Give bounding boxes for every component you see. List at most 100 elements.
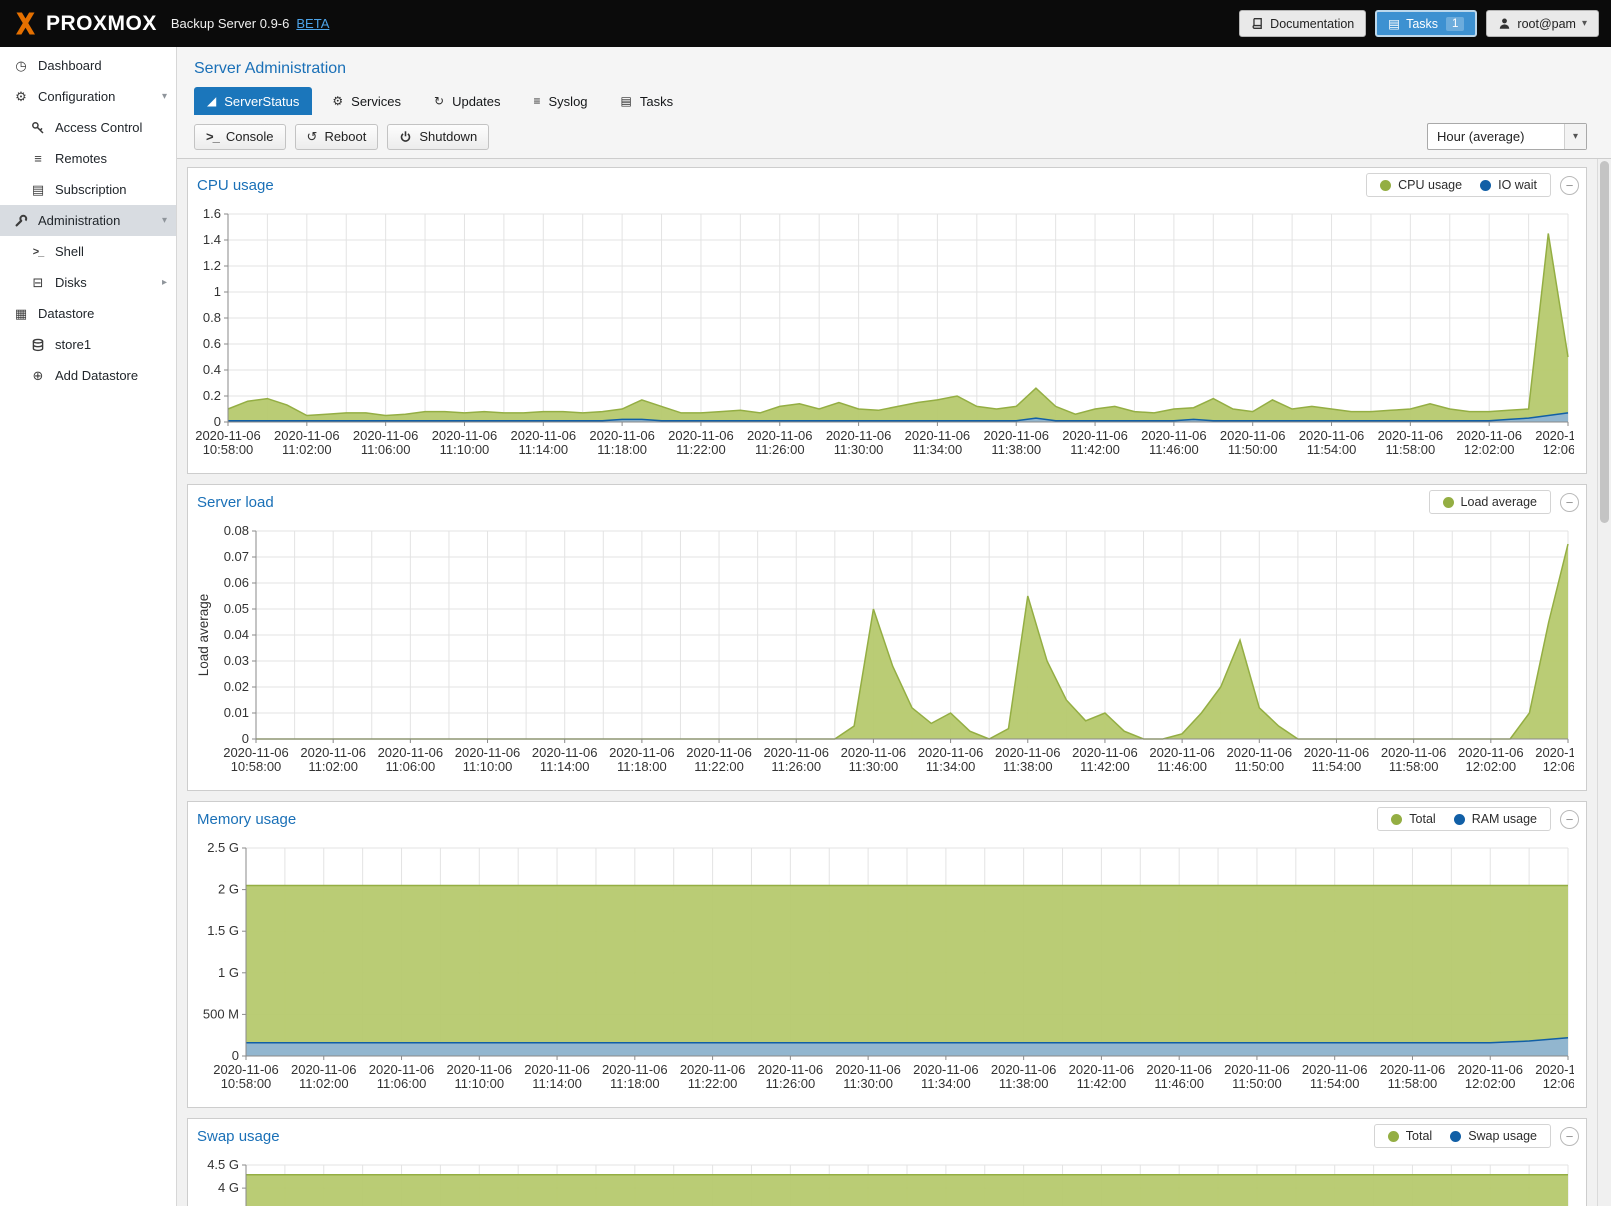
sidebar-item-datastore[interactable]: ▦ Datastore	[0, 298, 176, 329]
legend-item-cpu-usage[interactable]: CPU usage	[1380, 178, 1462, 192]
svg-text:11:38:00: 11:38:00	[991, 442, 1041, 457]
tab-updates[interactable]: ↻ Updates	[421, 87, 513, 115]
vertical-scrollbar[interactable]	[1597, 159, 1611, 1206]
tab-tasks[interactable]: ▤ Tasks	[608, 87, 687, 115]
series-color-dot	[1450, 1131, 1461, 1142]
sidebar-item-label: Datastore	[38, 306, 94, 321]
tab-services[interactable]: ⚙ Services	[319, 87, 414, 115]
svg-text:2020-11-06: 2020-11-06	[455, 745, 521, 760]
sidebar-item-administration[interactable]: Administration ▾	[0, 205, 176, 236]
svg-text:2020-11-06: 2020-11-06	[609, 745, 675, 760]
swap-usage-svg: 0500 M1 G1.5 G2 G2.5 G3 G3.5 G4 G4.5 G20…	[194, 1155, 1574, 1206]
legend-item-swap-usage[interactable]: Swap usage	[1450, 1129, 1537, 1143]
sidebar-item-subscription[interactable]: ▤ Subscription	[0, 174, 176, 205]
legend-item-total[interactable]: Total	[1391, 812, 1435, 826]
scrollbar-thumb[interactable]	[1600, 161, 1609, 523]
chevron-down-icon: ▾	[1564, 124, 1586, 149]
svg-text:1.5 G: 1.5 G	[207, 923, 239, 938]
panel-collapse-button[interactable]: −	[1560, 1127, 1579, 1146]
svg-text:2020-11-06: 2020-11-06	[747, 428, 813, 443]
tab-syslog[interactable]: ≡ Syslog	[521, 87, 601, 115]
svg-text:2020-11-06: 2020-11-06	[1299, 428, 1365, 443]
swap-usage-panel: Swap usage Total Swap usage	[187, 1118, 1587, 1206]
panel-collapse-button[interactable]: −	[1560, 493, 1579, 512]
svg-text:2020-11-06: 2020-11-06	[1072, 745, 1138, 760]
svg-text:2020-11-06: 2020-11-06	[841, 745, 907, 760]
tasks-button[interactable]: ▤ Tasks 1	[1375, 10, 1477, 37]
svg-text:2020-11-06: 2020-11-06	[1146, 1062, 1212, 1077]
svg-text:0.8: 0.8	[203, 310, 221, 325]
legend-label: Load average	[1461, 495, 1537, 509]
swap-usage-chart: 0500 M1 G1.5 G2 G2.5 G3 G3.5 G4 G4.5 G20…	[188, 1153, 1586, 1206]
legend-item-load-average[interactable]: Load average	[1443, 495, 1537, 509]
app-root: PROXMOX Backup Server 0.9-6 BETA Documen…	[0, 0, 1611, 1206]
series-color-dot	[1454, 814, 1465, 825]
svg-text:0.2: 0.2	[203, 388, 221, 403]
memory-usage-svg: 0500 M1 G1.5 G2 G2.5 G2020-11-0610:58:00…	[194, 838, 1574, 1096]
collapse-icon: −	[1566, 496, 1574, 509]
sidebar: ◷ Dashboard ⚙ Configuration ▾ Access Con…	[0, 47, 177, 1206]
sidebar-item-configuration[interactable]: ⚙ Configuration ▾	[0, 81, 176, 112]
svg-text:2020-11-06: 2020-11-06	[686, 745, 752, 760]
svg-text:11:02:00: 11:02:00	[308, 759, 358, 774]
sidebar-item-label: Configuration	[38, 89, 115, 104]
svg-text:11:42:00: 11:42:00	[1080, 759, 1130, 774]
documentation-label: Documentation	[1270, 17, 1354, 31]
tab-serverstatus[interactable]: ◢ ServerStatus	[194, 87, 312, 115]
sidebar-item-add-datastore[interactable]: ⊕ Add Datastore	[0, 360, 176, 391]
svg-text:0: 0	[232, 1048, 239, 1063]
sidebar-item-remotes[interactable]: ≡ Remotes	[0, 143, 176, 174]
legend-item-ram-usage[interactable]: RAM usage	[1454, 812, 1537, 826]
server-load-chart: 00.010.020.030.040.050.060.070.082020-11…	[188, 519, 1586, 790]
svg-text:11:38:00: 11:38:00	[999, 1076, 1049, 1091]
svg-text:12:02:00: 12:02:00	[1464, 442, 1515, 457]
panel-collapse-button[interactable]: −	[1560, 176, 1579, 195]
legend-item-total[interactable]: Total	[1388, 1129, 1432, 1143]
svg-text:0: 0	[242, 731, 249, 746]
cpu-usage-svg: 00.20.40.60.811.21.41.62020-11-0610:58:0…	[194, 204, 1574, 462]
console-button[interactable]: >_ Console	[194, 124, 286, 150]
svg-text:2020-11-06: 2020-11-06	[532, 745, 598, 760]
svg-text:12:02:00: 12:02:00	[1466, 759, 1517, 774]
tab-label: Tasks	[640, 94, 673, 109]
svg-text:1.2: 1.2	[203, 258, 221, 273]
sidebar-item-label: Subscription	[55, 182, 127, 197]
sidebar-item-disks[interactable]: ⊟ Disks ▸	[0, 267, 176, 298]
sidebar-item-store1[interactable]: store1	[0, 329, 176, 360]
server-load-panel: Server load Load average − 00.010.020.03…	[187, 484, 1587, 791]
svg-text:11:58:00: 11:58:00	[1386, 442, 1436, 457]
documentation-button[interactable]: Documentation	[1239, 10, 1366, 37]
panel-title: Server load	[197, 494, 274, 511]
svg-text:11:54:00: 11:54:00	[1307, 442, 1357, 457]
time-range-value: Hour (average)	[1437, 129, 1524, 144]
svg-text:Load average: Load average	[196, 594, 211, 677]
svg-text:11:02:00: 11:02:00	[299, 1076, 349, 1091]
user-menu-button[interactable]: root@pam ▾	[1486, 10, 1599, 37]
svg-text:11:54:00: 11:54:00	[1312, 759, 1362, 774]
svg-text:2020-11-06: 2020-11-06	[918, 745, 984, 760]
time-range-select[interactable]: Hour (average) ▾	[1427, 123, 1587, 150]
legend-item-io-wait[interactable]: IO wait	[1480, 178, 1537, 192]
svg-text:2020-11-06: 2020-11-06	[213, 1062, 279, 1077]
sidebar-item-dashboard[interactable]: ◷ Dashboard	[0, 50, 176, 81]
panel-header: Memory usage Total RAM usage	[188, 802, 1586, 836]
tabbar: ◢ ServerStatus ⚙ Services ↻ Updates ≡ Sy…	[177, 87, 1611, 115]
sidebar-item-access-control[interactable]: Access Control	[0, 112, 176, 143]
shutdown-button[interactable]: Shutdown	[387, 124, 489, 150]
svg-text:11:42:00: 11:42:00	[1077, 1076, 1127, 1091]
svg-text:2020-11-06: 2020-11-06	[1380, 1062, 1446, 1077]
svg-text:2020-11-06: 2020-11-06	[602, 1062, 668, 1077]
reboot-button[interactable]: ↺ Reboot	[295, 124, 379, 150]
svg-text:0.01: 0.01	[224, 705, 249, 720]
reboot-label: Reboot	[324, 129, 366, 144]
charts-scroll-area: CPU usage CPU usage IO wait	[177, 159, 1611, 1206]
sidebar-item-label: Add Datastore	[55, 368, 138, 383]
topbar: PROXMOX Backup Server 0.9-6 BETA Documen…	[0, 0, 1611, 47]
beta-link[interactable]: BETA	[296, 16, 329, 31]
collapse-icon: −	[1566, 813, 1574, 826]
svg-text:2020-11-06: 2020-11-06	[223, 745, 289, 760]
sidebar-item-shell[interactable]: >_ Shell	[0, 236, 176, 267]
svg-text:0.6: 0.6	[203, 336, 221, 351]
panel-collapse-button[interactable]: −	[1560, 810, 1579, 829]
toolbar: >_ Console ↺ Reboot Shutdown Hour (avera…	[177, 115, 1611, 159]
